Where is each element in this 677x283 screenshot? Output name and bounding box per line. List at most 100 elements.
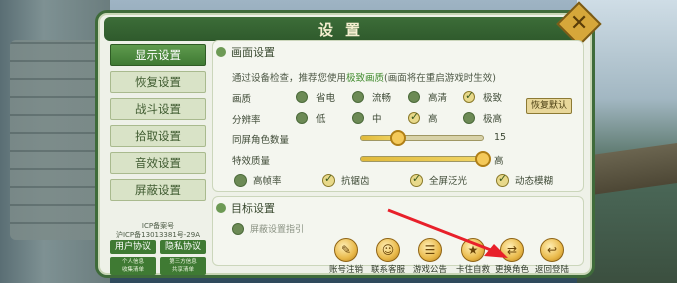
resolution-option-label: 中: [372, 114, 382, 125]
toggle-label: 全屏泛光: [429, 176, 468, 187]
toggle-label: 抗锯齿: [341, 176, 370, 187]
resolution-option-label: 高: [428, 114, 438, 125]
personal-info-line1: 个人信息: [121, 259, 144, 265]
return-login-button[interactable]: ↩ 返回登陆: [530, 238, 574, 275]
quality-option-hd[interactable]: 高清: [408, 90, 447, 104]
personal-info-list-button[interactable]: 个人信息 收集清单: [110, 257, 156, 275]
icp-line1: ICP备案号: [141, 222, 175, 230]
switch-character-button[interactable]: ⇄ 更换角色: [490, 238, 534, 275]
action-label: 更换角色: [494, 265, 529, 275]
reset-default-button[interactable]: 恢复默认: [526, 98, 572, 114]
action-label: 账号注销: [328, 265, 363, 275]
toggle-anti-aliasing[interactable]: 抗锯齿: [322, 172, 370, 187]
nav-item-block[interactable]: 屏蔽设置: [110, 179, 206, 201]
rescue-icon: ★: [461, 238, 485, 262]
quality-option-label: 流畅: [372, 93, 392, 104]
third-party-list-button[interactable]: 第三方信息 共享清单: [160, 257, 206, 275]
target-sub-row[interactable]: 屏蔽设置指引: [232, 222, 304, 235]
quality-option-ultimate[interactable]: 极致: [463, 89, 503, 104]
resolution-option-low[interactable]: 低: [296, 111, 326, 125]
nav-item-restore[interactable]: 恢复设置: [110, 71, 206, 93]
radio-icon: [296, 112, 308, 124]
radio-icon: [408, 91, 420, 103]
radio-checked-icon: [408, 110, 420, 124]
display-section-header: 画面设置: [216, 44, 275, 60]
quality-option-label: 极致: [483, 93, 503, 104]
effect-quality-label: 特效质量: [232, 156, 271, 167]
customer-service-button[interactable]: ☺ 联系客服: [366, 238, 410, 275]
stone-wall: [10, 40, 100, 240]
hint-highlight: 极致画质: [346, 73, 385, 84]
nav-item-pickup[interactable]: 拾取设置: [110, 125, 206, 147]
nav-item-combat[interactable]: 战斗设置: [110, 98, 206, 120]
third-party-line1: 第三方信息: [169, 259, 197, 265]
hint-prefix: 通过设备检查，推荐您使用: [232, 73, 347, 84]
resolution-option-ultra[interactable]: 极高: [463, 111, 502, 125]
resolution-option-label: 低: [316, 114, 326, 125]
account-cancel-icon: ✎: [334, 238, 358, 262]
effect-quality-slider[interactable]: [360, 151, 491, 167]
radio-icon: [352, 112, 364, 124]
resolution-option-high[interactable]: 高: [408, 110, 438, 125]
toggle-label: 高帧率: [253, 176, 282, 187]
switch-character-icon: ⇄: [500, 238, 524, 262]
radio-checked-icon: [463, 89, 475, 103]
checkbox-icon: [410, 172, 423, 187]
settings-nav: 显示设置 恢复设置 战斗设置 拾取设置 音效设置 屏蔽设置: [110, 44, 206, 206]
icp-info: ICP备案号 沪ICP备13013381号-29A: [108, 222, 208, 240]
action-label: 联系客服: [370, 265, 405, 275]
slider-handle[interactable]: [389, 130, 406, 146]
checkbox-icon: [234, 173, 247, 187]
third-party-line2: 共享清单: [171, 267, 194, 273]
nav-item-display[interactable]: 显示设置: [110, 44, 206, 66]
announcement-button[interactable]: ☰ 游戏公告: [408, 238, 452, 275]
quality-option-label: 高清: [428, 93, 448, 104]
recommendation-hint: 通过设备检查，推荐您使用极致画质(画面将在重启游戏时生效): [232, 70, 496, 84]
resolution-option-medium[interactable]: 中: [352, 111, 382, 125]
quality-label: 画质: [232, 94, 252, 105]
return-login-icon: ↩: [540, 238, 564, 262]
user-agreement-button[interactable]: 用户协议: [110, 240, 156, 254]
target-sub-label: 屏蔽设置指引: [250, 225, 305, 235]
resolution-label: 分辨率: [232, 115, 261, 126]
nav-item-sound[interactable]: 音效设置: [110, 152, 206, 174]
privacy-agreement-button[interactable]: 隐私协议: [160, 240, 206, 254]
radio-icon: [232, 222, 244, 235]
toggle-label: 动态模糊: [515, 176, 554, 187]
toggle-fullscreen-bloom[interactable]: 全屏泛光: [410, 172, 468, 187]
quality-option-label: 省电: [316, 93, 336, 104]
announcement-icon: ☰: [418, 238, 442, 262]
action-label: 卡住自救: [455, 265, 490, 275]
quality-option-power-saving[interactable]: 省电: [296, 90, 335, 104]
slider-handle[interactable]: [475, 151, 491, 167]
customer-service-icon: ☺: [376, 238, 400, 262]
checkbox-icon: [496, 172, 509, 187]
rescue-button[interactable]: ★ 卡住自救: [451, 238, 495, 275]
title-bar: 设置: [104, 17, 586, 41]
toggle-high-framerate[interactable]: 高帧率: [234, 173, 282, 187]
display-settings-panel: [212, 40, 584, 192]
effect-quality-value: 高: [494, 156, 504, 167]
radio-icon: [352, 91, 364, 103]
same-screen-slider[interactable]: [360, 130, 484, 146]
quality-option-smooth[interactable]: 流畅: [352, 90, 391, 104]
personal-info-line2: 收集清单: [121, 267, 144, 273]
target-section-title: 目标设置: [231, 202, 275, 215]
dialog-title: 设置: [317, 20, 372, 39]
radio-icon: [296, 91, 308, 103]
same-screen-label: 同屏角色数量: [232, 135, 290, 146]
radio-icon: [463, 112, 475, 124]
section-bullet-icon: [216, 47, 226, 57]
close-icon: ✕: [569, 11, 589, 36]
account-cancel-button[interactable]: ✎ 账号注销: [324, 238, 368, 275]
display-section-title: 画面设置: [231, 46, 275, 59]
section-bullet-icon: [216, 203, 226, 213]
hint-suffix: (画面将在重启游戏时生效): [384, 73, 496, 84]
target-section-header: 目标设置: [216, 200, 275, 216]
background-wall: [0, 0, 110, 283]
action-label: 游戏公告: [412, 265, 447, 275]
same-screen-value: 15: [494, 132, 507, 143]
toggle-motion-blur[interactable]: 动态模糊: [496, 172, 554, 187]
checkbox-icon: [322, 172, 335, 187]
slider-fill: [361, 157, 483, 161]
